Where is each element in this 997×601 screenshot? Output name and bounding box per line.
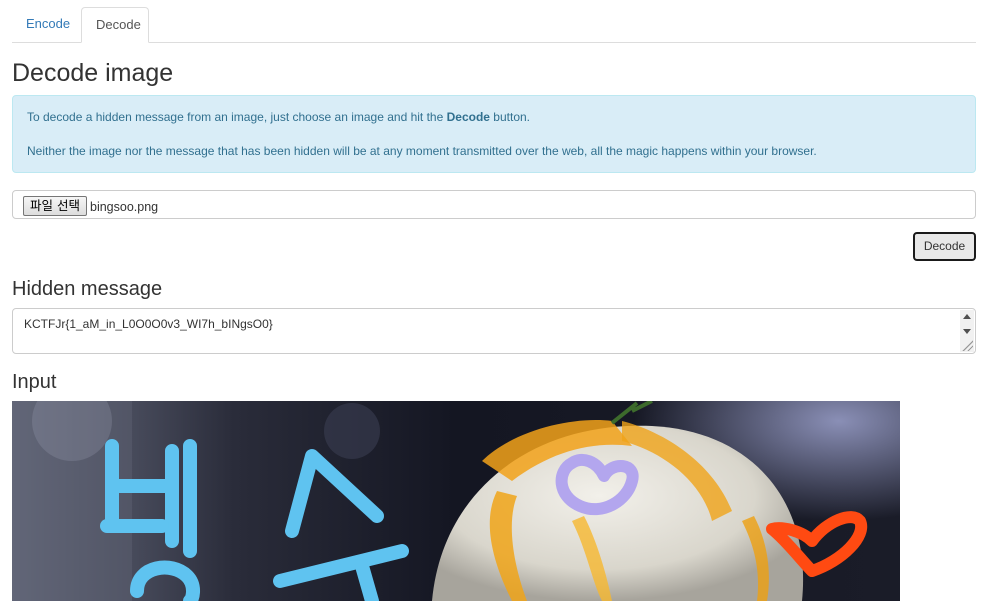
info-line-1-bold: Decode	[446, 110, 490, 124]
info-line-1-prefix: To decode a hidden message from an image…	[27, 110, 447, 124]
selected-file-name: bingsoo.png	[90, 200, 159, 214]
tab-bar: Encode Decode	[12, 7, 976, 43]
resize-handle-icon[interactable]	[961, 339, 973, 351]
info-line-1-suffix: button.	[489, 110, 530, 124]
bingsoo-image	[12, 401, 900, 601]
input-heading: Input	[12, 371, 57, 393]
textarea-scrollbar[interactable]	[960, 310, 974, 352]
tab-encode[interactable]: Encode	[12, 7, 84, 42]
hidden-message-text: KCTFJr{1_aM_in_L0O0O0v3_WI7h_bINgsO0}	[24, 317, 273, 331]
info-alert: To decode a hidden message from an image…	[12, 95, 976, 173]
scroll-up-icon[interactable]	[963, 314, 971, 319]
input-image	[12, 401, 900, 601]
info-line-2: Neither the image nor the message that h…	[27, 144, 817, 158]
decoder-page: Encode Decode Decode image To decode a h…	[0, 0, 997, 601]
info-line-1: To decode a hidden message from an image…	[27, 110, 530, 124]
tab-decode[interactable]: Decode	[81, 7, 149, 43]
file-input[interactable]: 파일 선택 bingsoo.png	[12, 190, 976, 219]
scroll-down-icon[interactable]	[963, 329, 971, 334]
page-title: Decode image	[12, 59, 174, 87]
hidden-message-heading: Hidden message	[12, 278, 163, 300]
choose-file-button[interactable]: 파일 선택	[23, 196, 87, 216]
decode-button[interactable]: Decode	[913, 232, 976, 261]
hidden-message-textarea[interactable]: KCTFJr{1_aM_in_L0O0O0v3_WI7h_bINgsO0}	[12, 308, 976, 354]
